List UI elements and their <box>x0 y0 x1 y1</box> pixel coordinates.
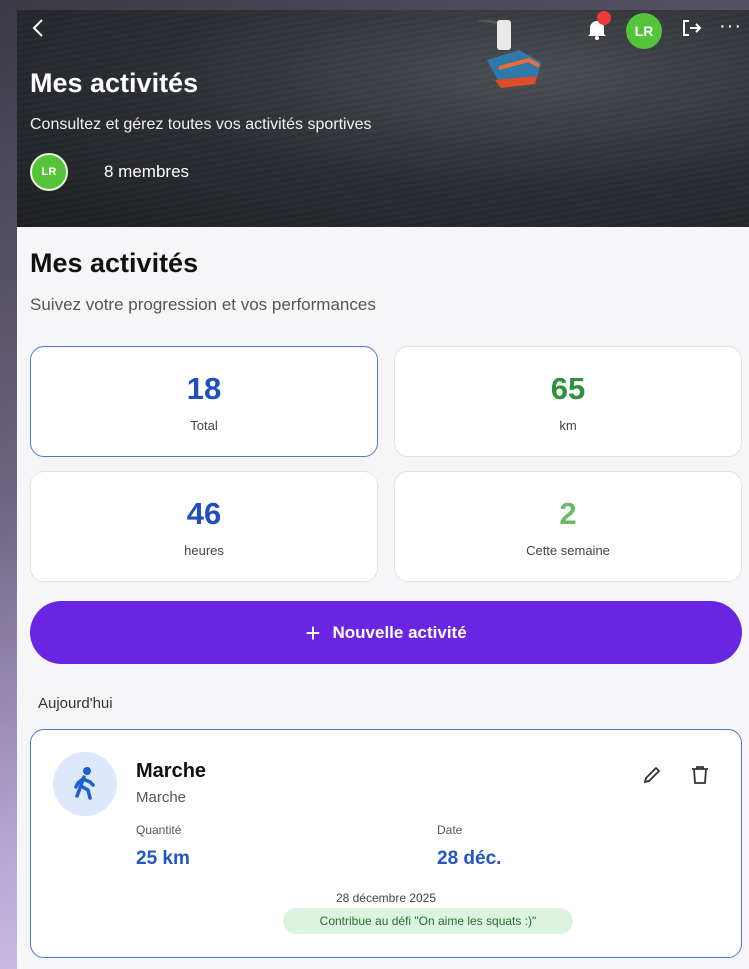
stat-label: km <box>559 418 577 433</box>
activity-icon-circle <box>53 752 117 816</box>
walking-icon <box>74 767 95 800</box>
quantity-label: Quantité <box>136 823 182 837</box>
stat-value: 18 <box>186 371 222 406</box>
stat-label: heures <box>184 543 224 558</box>
more-icon[interactable]: ··· <box>719 16 747 40</box>
activity-full-date: 28 décembre 2025 <box>335 891 437 905</box>
date-value: 28 déc. <box>437 848 502 869</box>
stat-value: 65 <box>550 371 586 406</box>
pencil-icon[interactable] <box>641 764 663 786</box>
stat-value: 2 <box>559 496 577 531</box>
page-subtitle: Consultez et gérez toutes vos activités … <box>30 116 372 133</box>
quantity-value: 25 km <box>136 848 190 869</box>
trash-icon[interactable] <box>689 764 711 786</box>
stat-value: 46 <box>186 496 222 531</box>
section-title: Mes activités <box>30 248 199 278</box>
stat-card-hours[interactable]: 46 heures <box>30 471 378 582</box>
activity-title: Marche <box>136 760 207 782</box>
new-activity-label: Nouvelle activité <box>332 622 467 642</box>
challenge-badge: Contribue au défi "On aime les squats :)… <box>283 908 573 934</box>
stat-label: Cette semaine <box>526 543 610 558</box>
app-screen: LR ··· Mes activités Consultez et gérez … <box>17 10 749 969</box>
logout-icon[interactable] <box>680 16 704 40</box>
stat-card-total[interactable]: 18 Total <box>30 346 378 457</box>
section-subtitle: Suivez votre progression et vos performa… <box>30 295 376 314</box>
back-icon[interactable] <box>27 16 51 40</box>
date-label: Date <box>437 823 463 837</box>
stat-card-week[interactable]: 2 Cette semaine <box>394 471 742 582</box>
plus-icon: + <box>305 617 321 648</box>
user-avatar[interactable]: LR <box>626 13 662 49</box>
runner-shoe-image <box>479 20 541 88</box>
members-count[interactable]: 8 membres <box>104 162 189 182</box>
stat-card-km[interactable]: 65 km <box>394 346 742 457</box>
notification-dot <box>597 11 611 25</box>
day-group-label: Aujourd'hui <box>38 695 113 712</box>
hero-banner: LR ··· Mes activités Consultez et gérez … <box>17 10 749 227</box>
page-title: Mes activités <box>30 68 199 98</box>
new-activity-button[interactable]: + Nouvelle activité <box>30 601 742 664</box>
activity-type: Marche <box>136 789 187 806</box>
activity-card[interactable]: Marche Marche Quantité 25 km Date 28 déc… <box>30 729 742 958</box>
member-avatar: LR <box>30 153 68 191</box>
stat-label: Total <box>190 418 218 433</box>
